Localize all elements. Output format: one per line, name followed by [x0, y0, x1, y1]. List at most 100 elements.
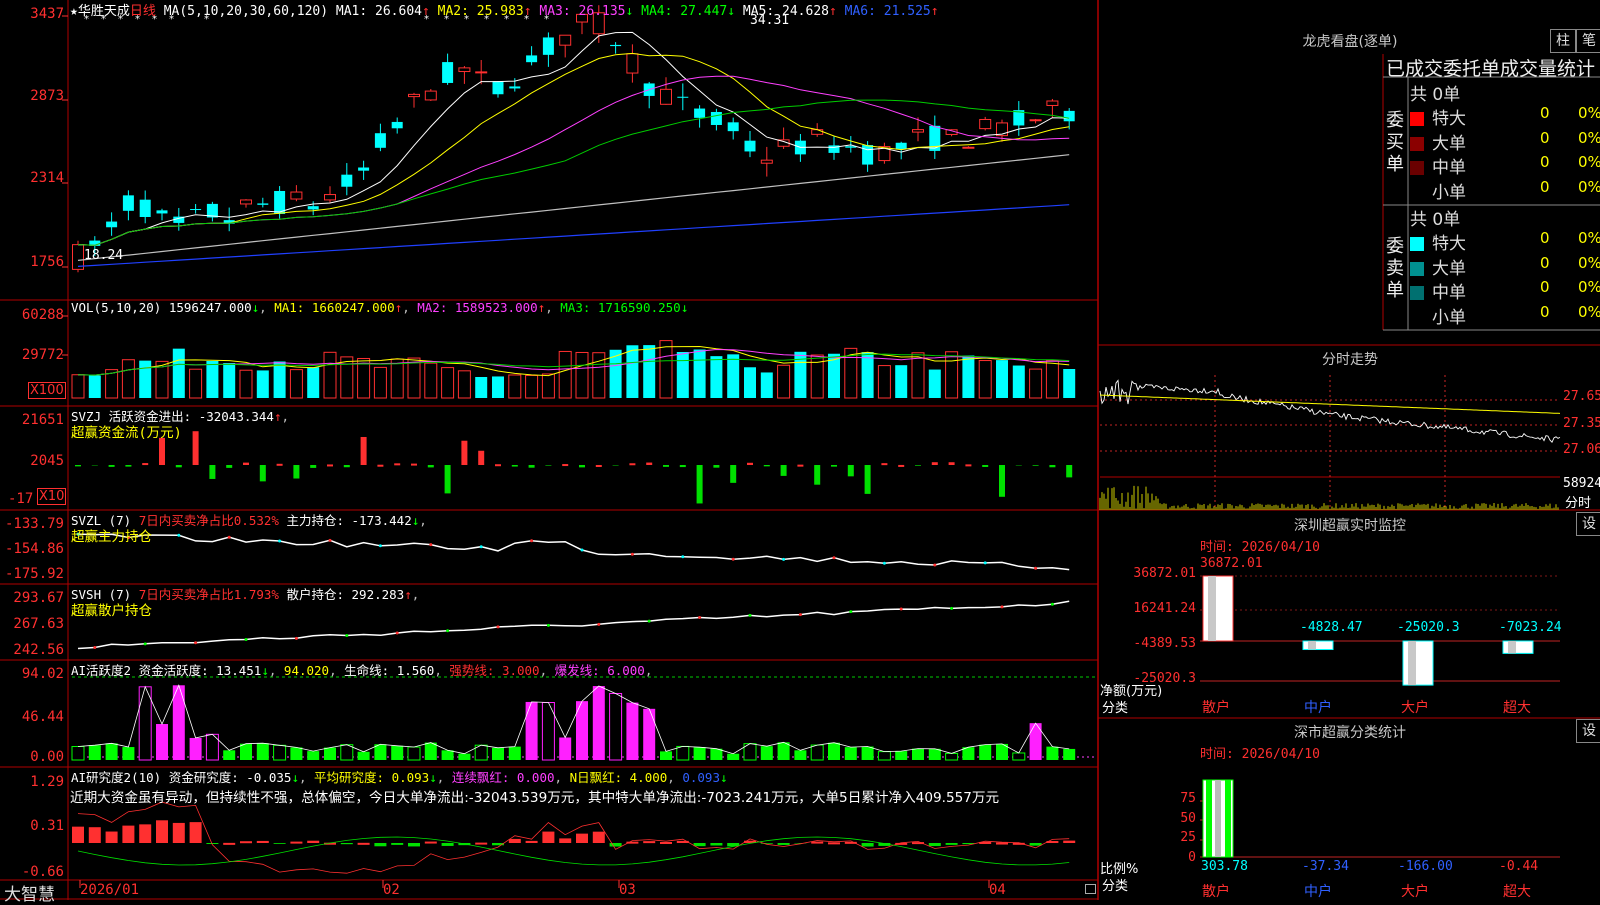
candle-body — [711, 112, 722, 125]
row-count: 0 — [1540, 153, 1550, 171]
star-icon[interactable]: ★ — [70, 4, 78, 19]
vol-bar — [929, 370, 941, 398]
activity-bar — [358, 752, 370, 760]
marker-dot — [950, 607, 953, 610]
vol-bar — [72, 375, 84, 398]
classify-cat-label: 分类 — [1102, 875, 1128, 894]
research-bar — [274, 843, 286, 844]
row-pct: 0% — [1578, 229, 1600, 247]
vol-bar — [946, 352, 958, 398]
research-bar — [173, 823, 185, 843]
research-bar — [576, 834, 588, 843]
svzj-unit-badge[interactable]: X10 — [37, 488, 66, 505]
ma3-line — [78, 76, 1069, 245]
monitor-title: 深圳超赢实时监控 — [1100, 515, 1600, 535]
candle-body — [745, 141, 756, 152]
monitor-value: -4828.47 — [1300, 620, 1363, 635]
ma4-value: MA4: 27.447 — [641, 4, 727, 19]
row-label: 特大 — [1432, 234, 1466, 254]
main-chart-canvas[interactable]: ************** — [0, 0, 1600, 900]
flow-bar — [1049, 465, 1055, 467]
activity-bar — [106, 743, 118, 760]
flow-bar — [898, 465, 904, 467]
flow-bar — [596, 465, 602, 467]
period-label[interactable]: 日线 — [130, 4, 156, 19]
activity-bar — [274, 745, 286, 760]
activity-bar — [626, 703, 638, 760]
vol-ma3-arrow: ↓ — [681, 300, 689, 315]
activity-bar — [946, 753, 958, 760]
row-label: 大单 — [1432, 134, 1466, 154]
flow-bar — [982, 465, 988, 467]
activity-bar — [710, 749, 722, 760]
research-bar — [509, 839, 521, 843]
activity-bar — [811, 745, 823, 760]
activity-bar — [862, 747, 874, 760]
activity-bar — [593, 686, 605, 760]
candle-body — [560, 35, 571, 45]
stock-name[interactable]: 华胜天成 — [78, 4, 130, 19]
buy-row: 小单 — [1410, 178, 1466, 203]
monitor-bar — [1503, 641, 1533, 653]
buy-row: 大单 — [1410, 129, 1466, 154]
flow-bar — [831, 465, 837, 467]
row-pct: 0% — [1578, 153, 1600, 171]
marker-dot — [278, 540, 281, 543]
activity-line — [78, 685, 1069, 753]
ma3-value: MA3: 26.135 — [539, 4, 625, 19]
lock-icon[interactable] — [1085, 884, 1096, 894]
monitor-axis-label: 36872.01 — [1100, 566, 1196, 581]
row-count: 0 — [1540, 178, 1550, 196]
flow-bar — [277, 464, 283, 466]
svsh-axis-label: 293.67 — [2, 590, 64, 606]
tick-view-button[interactable]: 笔 — [1576, 29, 1600, 53]
sell-total: 共 0单 — [1410, 205, 1460, 230]
activity-bar — [72, 747, 84, 760]
candle-body — [241, 200, 252, 204]
color-swatch — [1410, 112, 1424, 126]
classify-value: 303.78 — [1201, 859, 1248, 874]
ai2-header: AI研究度2(10) 资金研究度: -0.035↓, 平均研究度: 0.093↓… — [71, 767, 728, 786]
row-label: 小单 — [1432, 308, 1466, 328]
flow-bar — [1033, 465, 1039, 466]
row-count: 0 — [1540, 104, 1550, 122]
vol-bar — [374, 367, 386, 398]
low-price-label: 18.24 — [84, 248, 123, 263]
classify-bar-stripe — [1206, 780, 1212, 857]
ai1-header: AI活跃度2 资金活跃度: 13.451↓, 94.020, 生命线: 1.56… — [71, 660, 652, 679]
sell-row: 特大 — [1410, 229, 1466, 254]
marker-dot — [547, 624, 550, 627]
date-label: 04 — [989, 882, 1006, 898]
ma-params: MA(5,10,20,30,60,120) — [164, 4, 328, 19]
vol-axis-label: 29772 — [2, 347, 64, 363]
intraday-vol-label: 58924 — [1563, 476, 1600, 491]
ma4-line — [78, 100, 1069, 245]
vol-bar — [878, 366, 890, 398]
monitor-bar — [1303, 641, 1333, 650]
brand-logo[interactable]: 大智慧 — [4, 880, 55, 905]
monitor-cat: 超大 — [1503, 697, 1531, 717]
marker-dot — [429, 543, 432, 546]
price-axis-label: 3437 — [2, 6, 64, 22]
bar-view-button[interactable]: 柱 — [1550, 29, 1576, 53]
vol-bar — [324, 352, 336, 398]
marker-dot — [849, 610, 852, 613]
monitor-settings-button[interactable]: 设 — [1576, 512, 1600, 536]
candle-body — [291, 192, 302, 199]
svzl-axis-label: -154.86 — [2, 541, 64, 557]
research-bar — [862, 843, 874, 847]
vol-bar — [1030, 369, 1042, 398]
color-swatch — [1410, 161, 1424, 175]
ma6-value: MA6: 21.525 — [845, 4, 931, 19]
flow-bar — [209, 465, 215, 479]
vol-bar — [660, 341, 672, 398]
flow-bar — [529, 465, 535, 468]
ai2-arrow: ↓ — [291, 770, 299, 785]
ai2-axis-label: 0.31 — [2, 818, 64, 834]
svzj-subtitle: 超赢资金流(万元) — [71, 421, 182, 441]
row-count: 0 — [1540, 303, 1550, 321]
vol-arrow: ↓ — [252, 300, 260, 315]
classify-settings-button[interactable]: 设 — [1576, 719, 1600, 743]
vol-unit-badge[interactable]: X100 — [28, 382, 66, 399]
ai2-nv-arrow: ↓ — [720, 770, 728, 785]
